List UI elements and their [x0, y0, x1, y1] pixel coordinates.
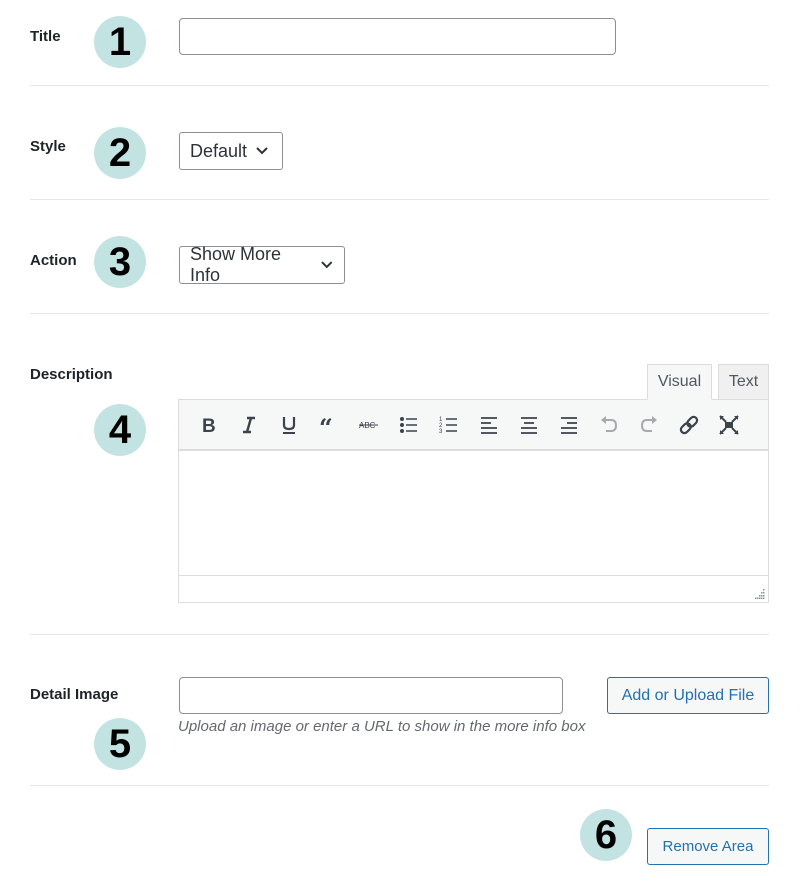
svg-text:B: B — [202, 416, 216, 436]
step-badge-4: 4 — [94, 404, 146, 456]
resize-handle-icon[interactable] — [755, 589, 765, 599]
bold-button[interactable]: B — [189, 405, 229, 445]
strikethrough-icon: ABC — [359, 421, 378, 430]
link-button[interactable] — [669, 405, 709, 445]
align-left-button[interactable] — [469, 405, 509, 445]
chevron-down-icon — [256, 147, 268, 155]
step-badge-3: 3 — [94, 236, 146, 288]
blockquote-button[interactable]: “ — [309, 405, 349, 445]
description-label: Description — [30, 366, 113, 383]
undo-button[interactable] — [589, 405, 629, 445]
svg-text:3: 3 — [439, 429, 443, 435]
align-left-icon — [481, 416, 497, 434]
tab-visual[interactable]: Visual — [647, 364, 712, 400]
svg-text:“: “ — [319, 414, 333, 436]
italic-icon — [243, 416, 255, 433]
fullscreen-icon — [719, 414, 739, 435]
style-select-value: Default — [190, 140, 248, 161]
fullscreen-button[interactable] — [709, 405, 749, 445]
bullet-list-icon — [400, 416, 417, 433]
underline-button[interactable] — [269, 405, 309, 445]
align-center-button[interactable] — [509, 405, 549, 445]
align-right-button[interactable] — [549, 405, 589, 445]
action-select-value: Show More Info — [190, 244, 282, 285]
numbered-list-button[interactable]: 123 — [429, 405, 469, 445]
link-icon — [679, 415, 699, 434]
detail-image-label: Detail Image — [30, 686, 119, 703]
chevron-down-icon — [321, 261, 333, 269]
bullet-list-button[interactable] — [389, 405, 429, 445]
remove-area-button[interactable]: Remove Area — [647, 828, 769, 865]
blockquote-icon: “ — [319, 414, 333, 436]
italic-button[interactable] — [229, 405, 269, 445]
redo-icon — [640, 415, 657, 432]
align-right-icon — [561, 416, 577, 434]
description-editor[interactable] — [178, 451, 769, 603]
title-input[interactable] — [179, 18, 616, 55]
style-label: Style — [30, 138, 66, 155]
step-badge-1: 1 — [94, 16, 146, 68]
align-center-icon — [521, 416, 537, 434]
action-select[interactable]: Show More Info — [179, 244, 345, 285]
strikethrough-button[interactable]: ABC — [349, 405, 389, 445]
style-select[interactable]: Default — [179, 132, 283, 170]
divider — [30, 634, 769, 635]
add-or-upload-file-button[interactable]: Add or Upload File — [607, 677, 769, 714]
undo-icon — [601, 415, 618, 432]
detail-image-url-input[interactable] — [179, 677, 563, 714]
editor-statusbar — [179, 575, 768, 602]
detail-image-hint: Upload an image or enter a URL to show i… — [178, 718, 586, 735]
title-label: Title — [30, 28, 61, 45]
divider — [30, 85, 769, 86]
tab-text[interactable]: Text — [718, 364, 769, 400]
step-badge-2: 2 — [94, 127, 146, 179]
numbered-list-icon: 123 — [439, 417, 457, 435]
bold-icon: B — [202, 416, 216, 436]
step-badge-6: 6 — [580, 809, 632, 861]
editor-toolbar: B “ ABC 123 — [178, 399, 769, 451]
step-badge-5: 5 — [94, 718, 146, 770]
redo-button[interactable] — [629, 405, 669, 445]
divider — [30, 785, 769, 786]
divider — [30, 199, 769, 200]
divider — [30, 313, 769, 314]
underline-icon — [282, 416, 296, 434]
action-label: Action — [30, 252, 77, 269]
